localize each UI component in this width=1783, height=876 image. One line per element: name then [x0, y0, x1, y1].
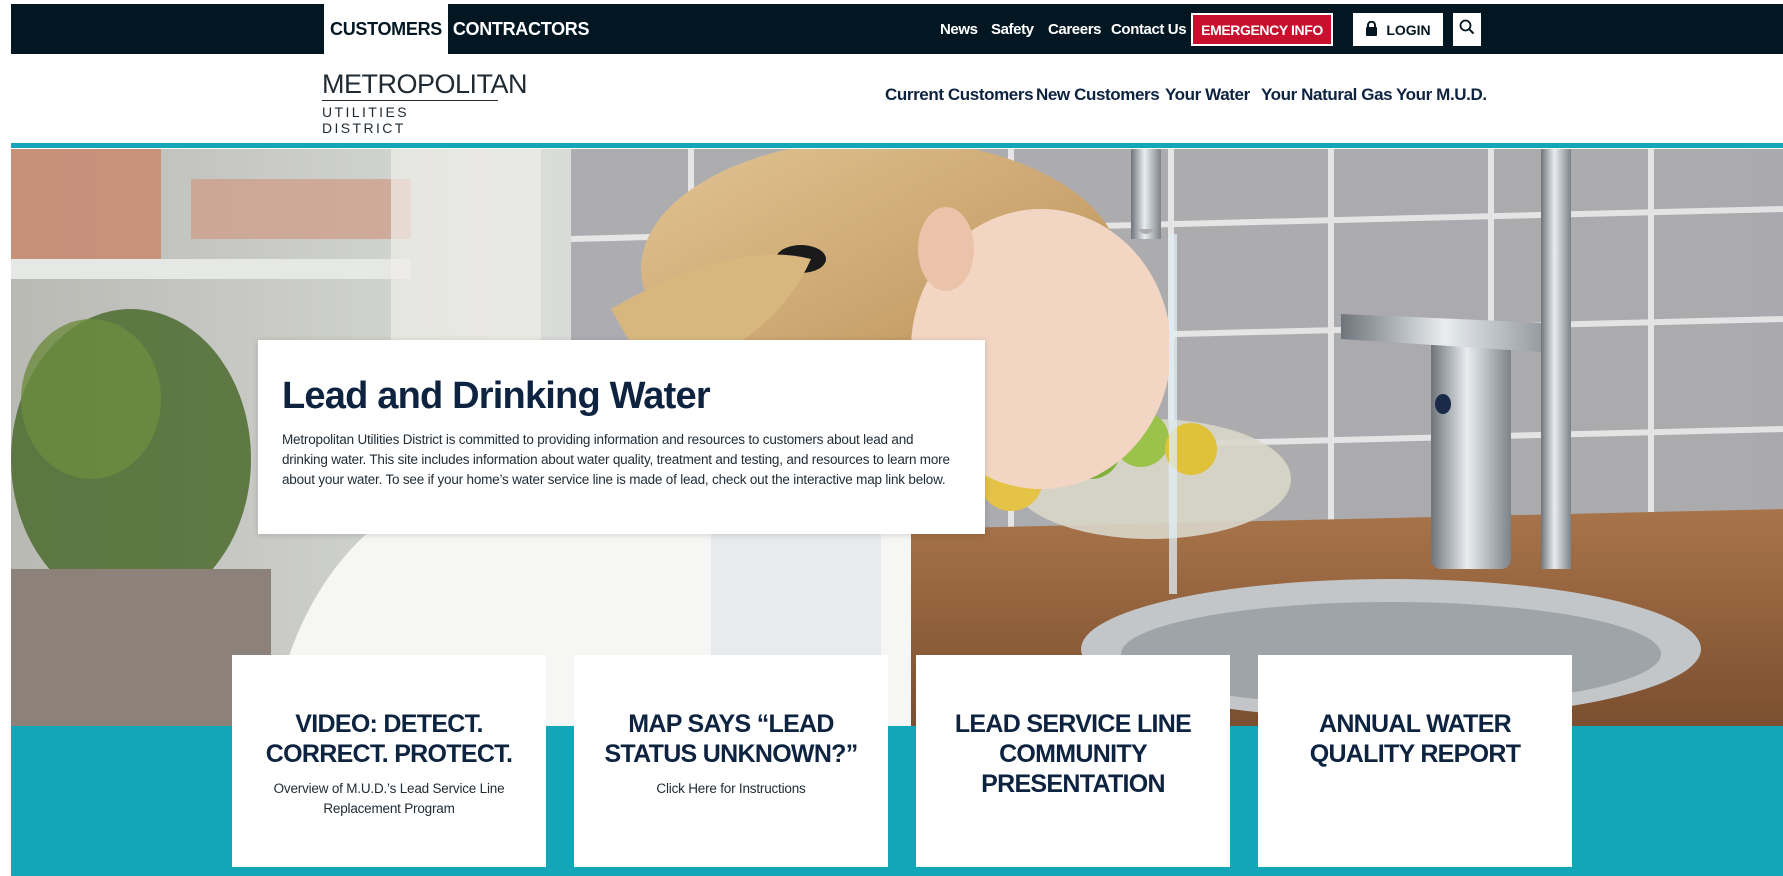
card-subtitle: Overview of M.U.D.’s Lead Service Line R… — [273, 781, 505, 816]
nav-accent-rule — [11, 143, 1783, 148]
card-community-presentation[interactable]: LEAD SERVICE LINE COMMUNITY PRESENTATION — [916, 655, 1230, 867]
search-button[interactable] — [1453, 13, 1481, 46]
card-video[interactable]: VIDEO: DETECT. CORRECT. PROTECT. Overvie… — [232, 655, 546, 867]
card-subtitle: Click Here for Instructions — [656, 781, 806, 796]
page-title: Lead and Drinking Water — [282, 375, 711, 417]
card-water-quality-report[interactable]: ANNUAL WATER QUALITY REPORT — [1258, 655, 1572, 867]
nav-item-current-customers[interactable]: Current Customers — [885, 80, 1034, 110]
emergency-info-button[interactable]: EMERGENCY INFO — [1191, 13, 1333, 46]
logo-divider — [322, 100, 498, 101]
utility-link-careers[interactable]: Careers — [1048, 4, 1101, 54]
mud-logo[interactable]: METROPOLITAN UTILITIES DISTRICT — [322, 69, 528, 136]
card-title: MAP SAYS “LEAD STATUS UNKNOWN?” — [604, 710, 858, 768]
utility-link-news[interactable]: News — [940, 4, 978, 54]
utility-link-safety[interactable]: Safety — [991, 4, 1034, 54]
card-map-instructions[interactable]: MAP SAYS “LEAD STATUS UNKNOWN?” Click He… — [574, 655, 888, 867]
tab-customers[interactable]: CUSTOMERS — [324, 4, 448, 54]
card-title: VIDEO: DETECT. CORRECT. PROTECT. — [265, 710, 513, 768]
page-intro-text: Metropolitan Utilities District is commi… — [282, 432, 950, 487]
login-label: LOGIN — [1386, 21, 1431, 38]
utility-link-contact-us[interactable]: Contact Us — [1111, 4, 1187, 54]
page-frame: CUSTOMERS CONTRACTORS News Safety Career… — [11, 4, 1783, 876]
nav-item-new-customers[interactable]: New Customers — [1036, 80, 1160, 110]
card-title: LEAD SERVICE LINE COMMUNITY PRESENTATION — [954, 710, 1192, 798]
nav-item-your-natural-gas[interactable]: Your Natural Gas — [1261, 80, 1393, 110]
lock-icon — [1365, 20, 1378, 39]
hero-intro-box: Lead and Drinking Water Metropolitan Uti… — [258, 340, 985, 534]
utility-bar: CUSTOMERS CONTRACTORS News Safety Career… — [11, 4, 1783, 54]
nav-item-your-mud[interactable]: Your M.U.D. — [1396, 80, 1487, 110]
search-icon — [1459, 19, 1475, 40]
emergency-info-label: EMERGENCY INFO — [1201, 21, 1323, 38]
logo-wordmark-bottom: UTILITIES DISTRICT — [322, 104, 409, 136]
logo-wordmark-top: METROPOLITAN — [322, 69, 528, 99]
card-title: ANNUAL WATER QUALITY REPORT — [1309, 710, 1521, 768]
main-navigation: METROPOLITAN UTILITIES DISTRICT Current … — [11, 54, 1783, 148]
nav-item-your-water[interactable]: Your Water — [1165, 80, 1250, 110]
login-button[interactable]: LOGIN — [1353, 13, 1443, 46]
tab-contractors[interactable]: CONTRACTORS — [451, 4, 591, 54]
